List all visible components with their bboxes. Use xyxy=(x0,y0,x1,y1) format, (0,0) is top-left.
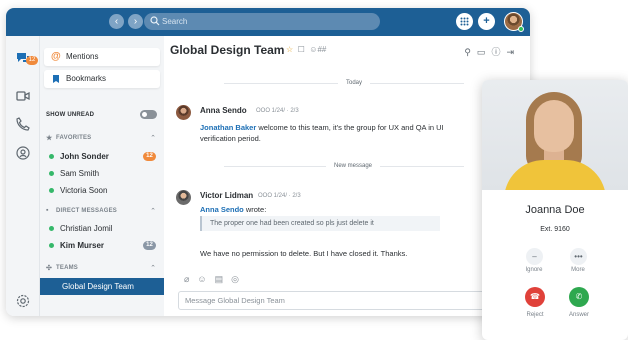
sidebar-item-bookmarks[interactable]: Bookmarks xyxy=(44,70,160,88)
unread-badge: 12 xyxy=(143,241,156,250)
video-icon[interactable] xyxy=(15,88,31,104)
direct-messages-header[interactable]: ▪ DIRECT MESSAGES xyxy=(46,207,117,214)
channel-view: Global Design Team ☆ ☐ ☺## ⚲▭ⓘ⇥ Today An… xyxy=(164,36,530,316)
presence-dot xyxy=(49,171,54,176)
more-icon: ••• xyxy=(574,252,583,261)
chevron-up-icon[interactable]: ⌃ xyxy=(150,134,156,142)
new-item-button[interactable]: + xyxy=(478,13,495,30)
sidebar-item-christian-jomil[interactable]: Christian Jomil xyxy=(44,222,160,235)
presence-indicator xyxy=(518,26,524,32)
more-button[interactable]: ••• xyxy=(570,248,587,265)
caller-extension: Ext. 9160 xyxy=(540,226,570,233)
search-icon xyxy=(150,16,160,26)
plus-icon: + xyxy=(483,15,490,27)
message-timestamp: OOO 1/24/ · 2/3 xyxy=(256,108,299,114)
bookmarks-label: Bookmarks xyxy=(66,74,107,83)
settings-icon[interactable] xyxy=(15,293,31,309)
composer-toolbar: ⌀☺▤◎ xyxy=(184,274,247,285)
reject-label: Reject xyxy=(526,312,544,318)
chat-badge: 12 xyxy=(26,56,38,65)
channel-title: Global Design Team xyxy=(170,43,285,57)
star-icon: ★ xyxy=(46,135,53,142)
check-icon[interactable]: ◎ xyxy=(231,274,247,284)
attach-icon[interactable]: ⌀ xyxy=(184,274,197,284)
avatar[interactable] xyxy=(176,105,191,120)
emoji-icon[interactable]: ☺ xyxy=(197,274,214,284)
mention-link[interactable]: Jonathan Baker xyxy=(200,123,256,132)
caller-name: Joanna Doe xyxy=(525,204,585,216)
star-icon[interactable]: ☆ xyxy=(286,45,293,54)
avatar[interactable] xyxy=(176,190,191,205)
message-input[interactable] xyxy=(178,291,508,310)
sidebar-item-mentions[interactable]: @ Mentions xyxy=(44,48,160,66)
sidebar-item-victoria-soon[interactable]: Victoria Soon xyxy=(44,184,160,197)
mentions-label: Mentions xyxy=(66,52,99,61)
message-author[interactable]: Anna Sendo xyxy=(200,106,247,115)
chevron-up-icon[interactable]: ⌃ xyxy=(150,264,156,272)
answer-label: Answer xyxy=(568,312,589,318)
org-chart-icon[interactable]: ⚲ xyxy=(464,47,477,57)
collapse-icon[interactable]: ⇥ xyxy=(506,47,520,57)
person-icon: ▪ xyxy=(46,207,49,214)
dialpad-button[interactable] xyxy=(456,13,473,30)
caller-photo xyxy=(482,80,628,190)
members-icon[interactable]: ☺## xyxy=(307,45,326,54)
show-unread-toggle[interactable] xyxy=(140,110,157,119)
message-timestamp: OOO 1/24/ · 2/3 xyxy=(258,193,301,199)
caller-shirt xyxy=(504,160,606,190)
message-body: Jonathan Baker welcome to this team, it'… xyxy=(200,123,444,143)
search-box[interactable] xyxy=(144,13,380,30)
mute-icon: – xyxy=(532,252,537,261)
channel-title-icons: ☆ ☐ ☺## xyxy=(286,45,326,54)
date-divider-label: Today xyxy=(338,80,371,86)
ignore-label: Ignore xyxy=(525,267,543,273)
message-body: We have no permission to delete. But I h… xyxy=(200,249,408,258)
presence-dot xyxy=(49,243,54,248)
ignore-button[interactable]: – xyxy=(526,248,543,265)
app-rail: 12 xyxy=(6,36,40,316)
presence-dot xyxy=(49,188,54,193)
new-message-label: New message xyxy=(326,163,381,169)
hangup-icon: ☎ xyxy=(530,292,540,301)
caller-face xyxy=(534,100,574,152)
lock-icon: ☐ xyxy=(295,45,305,54)
contacts-icon[interactable] xyxy=(15,145,31,161)
forward-button[interactable]: › xyxy=(128,14,143,29)
video-call-icon[interactable]: ▭ xyxy=(477,47,492,57)
search-input[interactable] xyxy=(162,13,372,30)
info-icon[interactable]: ⓘ xyxy=(491,47,506,57)
reject-button[interactable]: ☎ xyxy=(525,287,545,307)
at-icon: @ xyxy=(51,51,61,62)
mention-link[interactable]: Anna Sendo xyxy=(200,205,244,214)
show-unread-label: SHOW UNREAD xyxy=(46,112,95,118)
phone-icon: ✆ xyxy=(575,292,583,301)
incoming-call-card: Joanna Doe Ext. 9160 – Ignore ••• More ☎… xyxy=(482,80,628,340)
presence-dot xyxy=(49,226,54,231)
sidebar: @ Mentions Bookmarks SHOW UNREAD ★ FAVOR… xyxy=(40,36,164,316)
sidebar-item-john-sonder[interactable]: John Sonder 12 xyxy=(44,150,160,163)
sidebar-item-sam-smith[interactable]: Sam Smith xyxy=(44,167,160,180)
presence-dot xyxy=(49,154,54,159)
unread-badge: 12 xyxy=(143,152,156,161)
app-window: ‹ › + 12 @ Mentions Bookmarks SHOW UNREA… xyxy=(6,8,530,316)
quoted-message: The proper one had been created so pls j… xyxy=(200,216,440,231)
sidebar-item-global-design-team[interactable]: Global Design Team xyxy=(40,278,164,295)
sidebar-item-kim-murser[interactable]: Kim Murser 12 xyxy=(44,239,160,252)
more-label: More xyxy=(571,267,585,273)
chevron-up-icon[interactable]: ⌃ xyxy=(150,207,156,215)
message-author[interactable]: Victor Lidman xyxy=(200,191,253,200)
note-icon[interactable]: ▤ xyxy=(215,274,232,284)
favorites-header[interactable]: ★ FAVORITES xyxy=(46,135,91,142)
teams-header[interactable]: ✣ TEAMS xyxy=(46,265,78,272)
team-icon: ✣ xyxy=(46,265,53,272)
dialpad-icon xyxy=(460,17,469,26)
message-reply-header: Anna Sendo wrote: xyxy=(200,205,267,214)
channel-actions: ⚲▭ⓘ⇥ xyxy=(464,45,520,58)
top-bar: ‹ › + xyxy=(6,8,530,36)
answer-button[interactable]: ✆ xyxy=(569,287,589,307)
back-button[interactable]: ‹ xyxy=(109,14,124,29)
phone-icon[interactable] xyxy=(15,116,31,132)
bookmark-icon xyxy=(53,75,59,83)
